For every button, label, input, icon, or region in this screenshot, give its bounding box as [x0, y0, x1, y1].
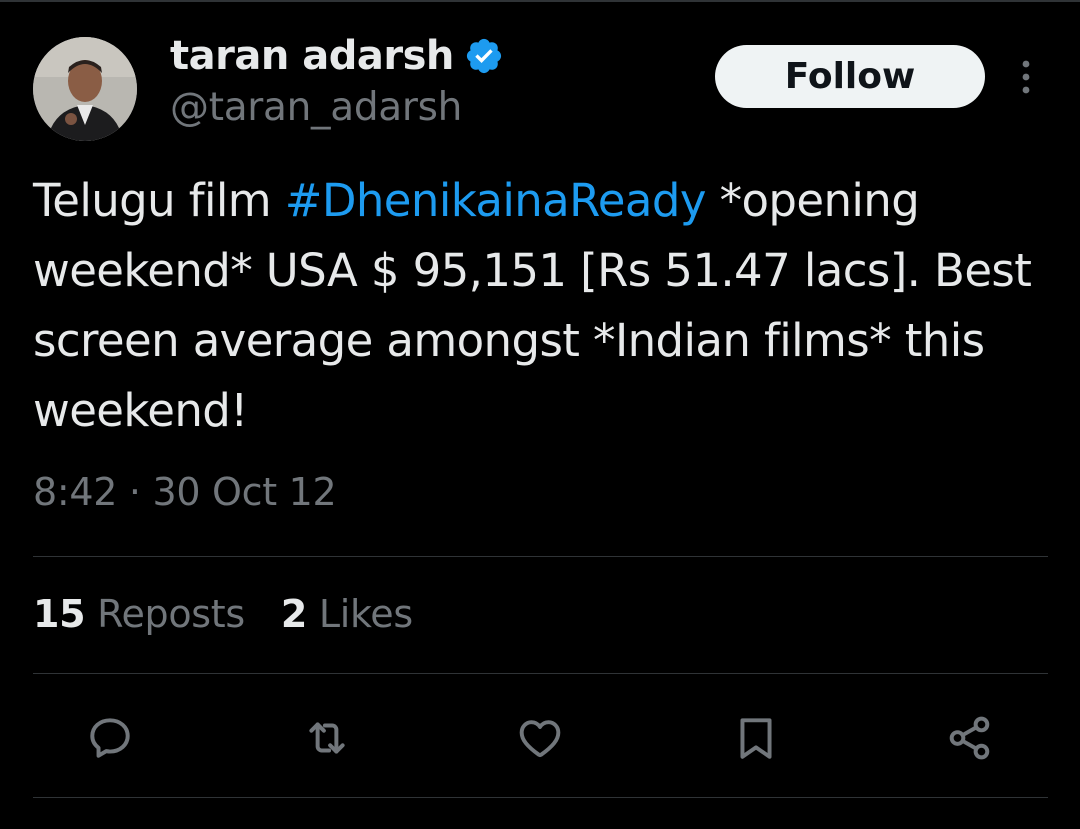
like-icon[interactable] [515, 713, 565, 763]
follow-button[interactable]: Follow [715, 45, 985, 108]
avatar[interactable] [33, 37, 137, 141]
reposts-label: Reposts [97, 592, 245, 636]
author-display-name[interactable]: taran adarsh [170, 33, 454, 79]
tweet-text-before: Telugu film [33, 174, 285, 227]
author-handle[interactable]: @taran_adarsh [170, 85, 462, 130]
divider [33, 797, 1048, 798]
hashtag-link[interactable]: #DhenikainaReady [285, 174, 707, 227]
likes-count: 2 [280, 592, 308, 636]
engagement-stats: 15 Reposts 2 Likes [33, 592, 413, 636]
verified-badge-icon [464, 36, 504, 76]
more-vertical-icon[interactable] [1010, 58, 1042, 98]
reply-icon[interactable] [85, 713, 135, 763]
share-icon[interactable] [945, 713, 995, 763]
tweet-text: Telugu film #DhenikainaReady *opening we… [33, 166, 1053, 446]
author-name-row: taran adarsh [170, 30, 504, 82]
avatar-image [33, 37, 137, 141]
reposts-count: 15 [33, 592, 86, 636]
top-divider [0, 0, 1080, 2]
bookmark-icon[interactable] [731, 713, 781, 763]
tweet-timestamp[interactable]: 8:42 · 30 Oct 12 [33, 470, 337, 514]
reposts-stat[interactable]: 15 Reposts [33, 592, 245, 636]
tweet-card: taran adarsh @taran_adarsh Follow Telugu… [0, 0, 1080, 829]
likes-stat[interactable]: 2 Likes [281, 592, 413, 636]
divider [33, 556, 1048, 557]
divider [33, 673, 1048, 674]
repost-icon[interactable] [302, 713, 352, 763]
likes-label: Likes [318, 592, 413, 636]
